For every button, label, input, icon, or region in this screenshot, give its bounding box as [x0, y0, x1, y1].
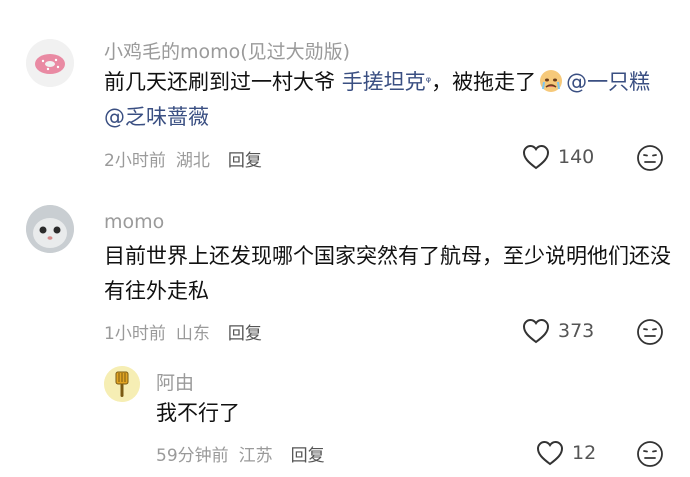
- mention-link[interactable]: @乏味蔷薇: [104, 105, 209, 129]
- dislike-button[interactable]: [636, 318, 664, 350]
- avatar[interactable]: [26, 39, 74, 87]
- avatar[interactable]: [104, 366, 140, 402]
- location: 山东: [175, 324, 210, 344]
- location: 湖北: [175, 151, 210, 171]
- timestamp: 2小时前: [104, 151, 166, 171]
- comment-meta: 1小时前 山东 回复: [104, 319, 272, 344]
- timestamp: 59分钟前: [156, 446, 229, 466]
- comment-text: 前几天还刷到过一村大爷 手搓坦克ᵠ，被拖走了 @一只糕 @乏味蔷薇: [104, 65, 674, 135]
- avatar[interactable]: [26, 205, 74, 253]
- like-count: 12: [572, 442, 597, 464]
- meh-face-icon: [637, 441, 663, 467]
- crying-face-emoji: [540, 70, 563, 92]
- comment-text-part: 前几天还刷到过一村大爷: [104, 70, 342, 94]
- location: 江苏: [238, 446, 273, 466]
- search-link[interactable]: 手搓坦克: [342, 70, 426, 94]
- like-button[interactable]: 140: [522, 144, 594, 170]
- dislike-button[interactable]: [636, 440, 664, 472]
- dislike-button[interactable]: [636, 144, 664, 176]
- meh-face-icon: [637, 319, 663, 345]
- comment-text-part: ，被拖走了: [431, 70, 537, 94]
- comment-text: 目前世界上还发现哪个国家突然有了航母，至少说明他们还没有往外走私: [104, 244, 671, 303]
- username[interactable]: 阿由: [156, 368, 194, 395]
- cat-icon: [26, 205, 74, 253]
- like-button[interactable]: 12: [536, 440, 596, 466]
- heart-icon: [522, 318, 550, 344]
- like-count: 140: [558, 146, 595, 168]
- reply-button[interactable]: 回复: [228, 324, 262, 344]
- timestamp: 1小时前: [104, 324, 166, 344]
- comment-text: 我不行了: [156, 401, 240, 425]
- like-button[interactable]: 373: [522, 318, 594, 344]
- reply-button[interactable]: 回复: [228, 151, 262, 171]
- comment-meta: 59分钟前 江苏 回复: [156, 441, 335, 466]
- like-count: 373: [558, 320, 595, 342]
- heart-icon: [522, 144, 550, 170]
- donut-icon: [26, 39, 74, 87]
- spatula-icon: [104, 366, 140, 402]
- username[interactable]: 小鸡毛的momo(见过大勋版): [104, 37, 350, 64]
- meh-face-icon: [637, 145, 663, 171]
- mention-link[interactable]: @一只糕: [566, 70, 650, 94]
- comment-meta: 2小时前 湖北 回复: [104, 146, 272, 171]
- username[interactable]: momo: [104, 211, 164, 233]
- heart-icon: [536, 440, 564, 466]
- reply-button[interactable]: 回复: [291, 446, 325, 466]
